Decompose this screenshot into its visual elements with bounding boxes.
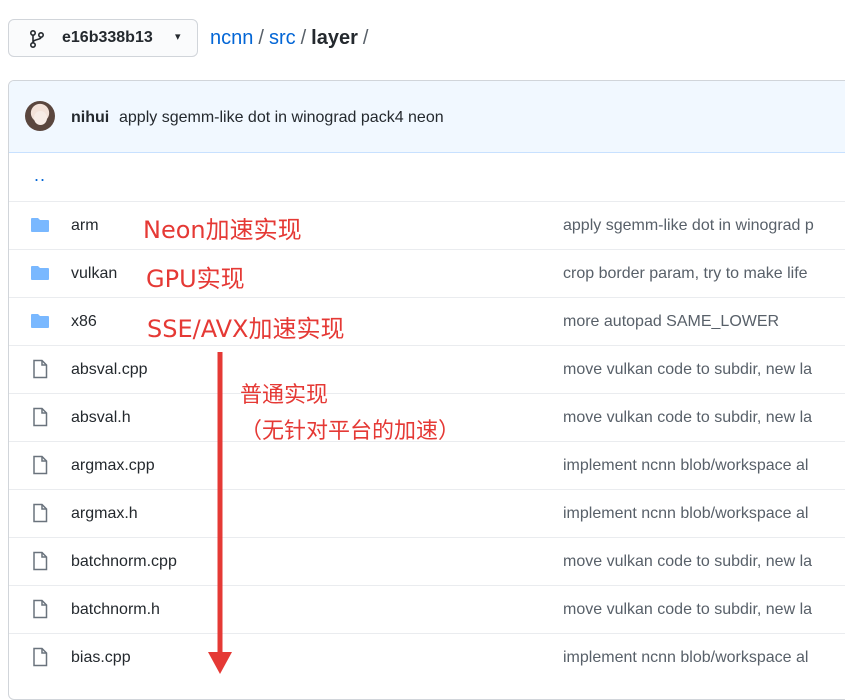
commit-message-link[interactable]: move vulkan code to subdir, new la (563, 553, 812, 571)
file-name-link[interactable]: arm (71, 217, 99, 235)
commit-message-link[interactable]: implement ncnn blob/workspace al (563, 649, 808, 667)
annotation-gpu: GPU实现 (146, 265, 245, 293)
commit-message-link[interactable]: more autopad SAME_LOWER (563, 313, 779, 331)
file-list: nihui apply sgemm-like dot in winograd p… (8, 80, 845, 700)
breadcrumb-separator: / (300, 27, 307, 49)
commit-message-link[interactable]: move vulkan code to subdir, new la (563, 601, 812, 619)
parent-directory-row[interactable]: .. (9, 153, 845, 201)
file-row[interactable]: batchnorm.cpp move vulkan code to subdir,… (9, 537, 845, 586)
file-row[interactable]: argmax.cpp implement ncnn blob/workspace … (9, 441, 845, 490)
file-icon (30, 455, 50, 475)
commit-message-link[interactable]: crop border param, try to make life (563, 265, 808, 283)
file-row[interactable]: x86 more autopad SAME_LOWER (9, 297, 845, 346)
commit-message-link[interactable]: implement ncnn blob/workspace al (563, 505, 808, 523)
commit-author-link[interactable]: nihui (71, 109, 109, 127)
commit-message-link[interactable]: apply sgemm-like dot in winograd p (563, 217, 814, 235)
parent-directory-link[interactable]: .. (34, 165, 46, 186)
file-icon (30, 407, 50, 427)
annotation-sse: SSE/AVX加速实现 (147, 315, 345, 343)
file-name-link[interactable]: argmax.h (71, 505, 138, 523)
file-row[interactable]: bias.cpp implement ncnn blob/workspace al (9, 633, 845, 682)
breadcrumb: ncnn / src / layer / (210, 27, 373, 50)
folder-icon (30, 215, 50, 235)
file-icon (30, 551, 50, 571)
file-icon (30, 599, 50, 619)
commit-message-link[interactable]: move vulkan code to subdir, new la (563, 361, 812, 379)
file-row[interactable]: batchnorm.h move vulkan code to subdir, n… (9, 585, 845, 634)
commit-message-link[interactable]: move vulkan code to subdir, new la (563, 409, 812, 427)
breadcrumb-repo-link[interactable]: ncnn (210, 27, 253, 49)
file-icon (30, 359, 50, 379)
down-arrow-icon (208, 352, 232, 674)
file-name-link[interactable]: absval.h (71, 409, 131, 427)
file-row[interactable]: argmax.h implement ncnn blob/workspace al (9, 489, 845, 538)
file-name-link[interactable]: absval.cpp (71, 361, 148, 379)
file-name-link[interactable]: vulkan (71, 265, 117, 283)
breadcrumb-separator: / (258, 27, 264, 49)
folder-icon (30, 311, 50, 331)
git-branch-icon (29, 29, 45, 49)
latest-commit-bar: nihui apply sgemm-like dot in winograd p… (9, 81, 845, 153)
file-row[interactable]: vulkan crop border param, try to make lif… (9, 249, 845, 298)
file-icon (30, 503, 50, 523)
file-name-link[interactable]: batchnorm.h (71, 601, 160, 619)
file-name-link[interactable]: argmax.cpp (71, 457, 155, 475)
breadcrumb-separator: / (362, 27, 369, 49)
annotation-normal-note: （无针对平台的加速） (240, 419, 461, 444)
avatar[interactable] (25, 101, 55, 131)
branch-select-button[interactable]: e16b338b13 ▾ (8, 19, 198, 57)
commit-message-link[interactable]: implement ncnn blob/workspace al (563, 457, 808, 475)
breadcrumb-current: layer (311, 27, 358, 49)
folder-icon (30, 263, 50, 283)
annotation-neon: Neon加速实现 (143, 216, 302, 244)
chevron-down-icon: ▾ (175, 31, 181, 43)
annotation-normal: 普通实现 (240, 383, 329, 408)
file-name-link[interactable]: x86 (71, 313, 97, 331)
file-name-link[interactable]: batchnorm.cpp (71, 553, 177, 571)
file-row[interactable]: absval.cpp move vulkan code to subdir, ne… (9, 345, 845, 394)
breadcrumb-src-link[interactable]: src (269, 27, 296, 49)
commit-message-link[interactable]: apply sgemm-like dot in winograd pack4 n… (119, 109, 444, 127)
file-icon (30, 647, 50, 667)
branch-name: e16b338b13 (62, 29, 153, 46)
file-name-link[interactable]: bias.cpp (71, 649, 131, 667)
file-row[interactable]: arm apply sgemm-like dot in winograd p (9, 201, 845, 250)
